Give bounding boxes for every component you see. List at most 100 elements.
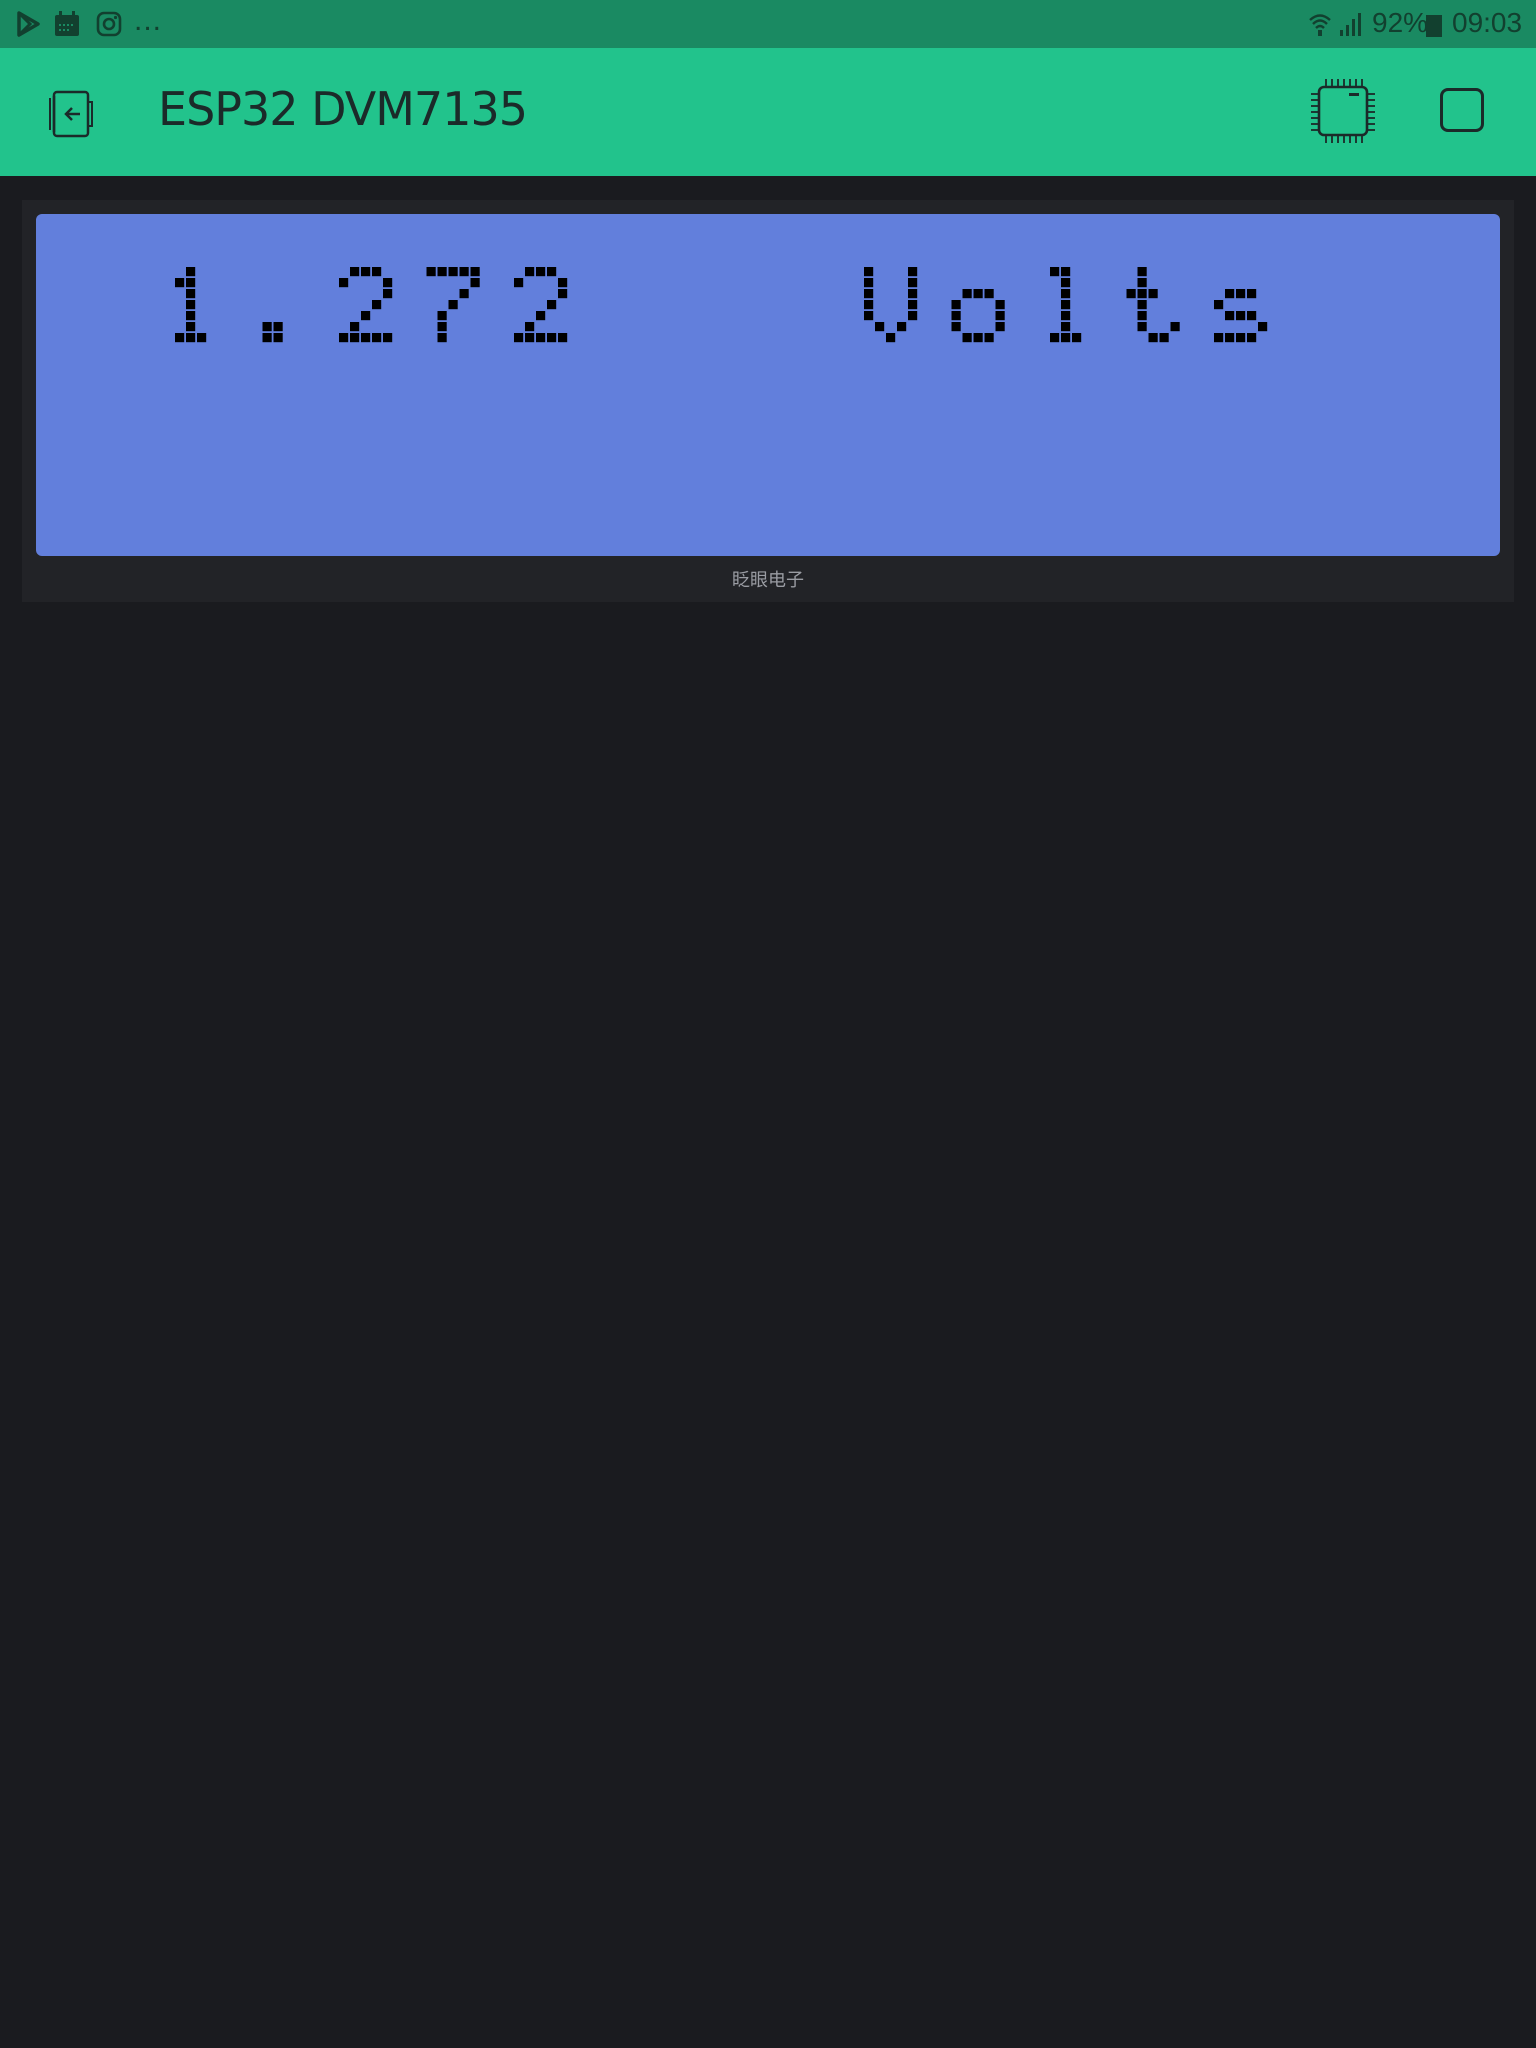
lcd-pixel — [372, 267, 382, 277]
lcd-pixel — [383, 278, 393, 288]
device-chip-icon[interactable] — [1310, 78, 1376, 144]
lcd-pixel — [1148, 333, 1158, 343]
lcd-pixel — [973, 333, 983, 343]
stop-button[interactable] — [1440, 88, 1484, 132]
lcd-pixel — [1137, 311, 1147, 321]
lcd-pixel — [426, 267, 436, 277]
lcd-pixel — [908, 289, 918, 299]
lcd-pixel — [383, 289, 393, 299]
lcd-pixel — [962, 333, 972, 343]
lcd-pixel — [984, 289, 994, 299]
lcd-pixel — [186, 278, 196, 288]
lcd-pixel — [459, 289, 469, 299]
lcd-line-1 — [175, 267, 1268, 343]
lcd-display: 1.272 Volts — [36, 214, 1500, 556]
lcd-pixel — [962, 289, 972, 299]
lcd-dot-matrix — [175, 267, 1268, 343]
lcd-pixel — [361, 333, 371, 343]
lcd-pixel — [514, 278, 524, 288]
lcd-pixel — [1214, 333, 1224, 343]
lcd-pixel — [459, 267, 469, 277]
lcd-pixel — [262, 333, 272, 343]
lcd-pixel — [1236, 333, 1246, 343]
lcd-pixel — [547, 300, 557, 310]
lcd-pixel — [372, 333, 382, 343]
lcd-pixel — [1072, 333, 1082, 343]
lcd-pixel — [558, 333, 568, 343]
lcd-pixel — [1061, 289, 1071, 299]
lcd-pixel — [186, 289, 196, 299]
lcd-pixel — [875, 322, 885, 332]
lcd-pixel — [262, 322, 272, 332]
lcd-pixel — [908, 311, 918, 321]
lcd-pixel — [951, 311, 961, 321]
lcd-pixel — [1137, 267, 1147, 277]
lcd-pixel — [1225, 311, 1235, 321]
lcd-pixel — [339, 278, 349, 288]
status-bar: ... 92% 09:03 — [0, 0, 1536, 48]
lcd-pixel — [536, 311, 546, 321]
lcd-pixel — [908, 300, 918, 310]
lcd-pixel — [908, 278, 918, 288]
battery-percent: 92% — [1372, 7, 1429, 38]
lcd-pixel — [350, 333, 360, 343]
lcd-pixel — [1170, 322, 1180, 332]
lcd-pixel — [470, 278, 480, 288]
lcd-pixel — [525, 322, 535, 332]
lcd-pixel — [186, 322, 196, 332]
lcd-pixel — [175, 278, 185, 288]
lcd-pixel — [339, 333, 349, 343]
lcd-pixel — [437, 333, 447, 343]
stop-icon — [1443, 91, 1444, 92]
lcd-pixel — [558, 278, 568, 288]
widget-label: 眨眼电子 — [732, 570, 804, 591]
lcd-char-4 — [514, 267, 568, 343]
lcd-pixel — [361, 267, 371, 277]
lcd-pixel — [547, 267, 557, 277]
lcd-pixel — [536, 267, 546, 277]
lcd-char-3 — [426, 267, 480, 343]
signal-icon — [1340, 13, 1361, 36]
clock: 09:03 — [1452, 7, 1523, 38]
lcd-pixel — [973, 289, 983, 299]
lcd-pixel — [1061, 300, 1071, 310]
lcd-pixel — [864, 278, 874, 288]
lcd-pixel — [897, 322, 907, 332]
lcd-pixel — [864, 300, 874, 310]
lcd-pixel — [1247, 289, 1257, 299]
lcd-pixel — [558, 289, 568, 299]
lcd-pixel — [908, 267, 918, 277]
lcd-pixel — [1061, 267, 1071, 277]
lcd-pixel — [186, 311, 196, 321]
lcd-pixel — [864, 289, 874, 299]
lcd-pixel — [1159, 333, 1169, 343]
lcd-pixel — [186, 300, 196, 310]
lcd-pixel — [1061, 322, 1071, 332]
lcd-pixel — [995, 311, 1005, 321]
lcd-widget[interactable]: 1.272 Volts 眨眼电子 — [22, 200, 1514, 602]
lcd-char-2 — [339, 267, 393, 343]
lcd-pixel — [361, 311, 371, 321]
wifi-icon — [1309, 14, 1331, 36]
play-store-icon — [17, 11, 40, 37]
lcd-pixel — [448, 300, 458, 310]
lcd-pixel — [525, 267, 535, 277]
lcd-char-9 — [951, 289, 1005, 343]
lcd-pixel — [514, 333, 524, 343]
lcd-pixel — [1137, 278, 1147, 288]
lcd-pixel — [1236, 289, 1246, 299]
lcd-pixel — [886, 333, 896, 343]
lcd-pixel — [1061, 311, 1071, 321]
lcd-pixel — [1050, 267, 1060, 277]
lcd-pixel — [1061, 278, 1071, 288]
exit-icon[interactable] — [44, 86, 100, 142]
lcd-pixel — [1061, 333, 1071, 343]
lcd-pixel — [1137, 322, 1147, 332]
lcd-pixel — [1137, 289, 1147, 299]
app-bar: ESP32 DVM7135 — [0, 48, 1536, 176]
lcd-pixel — [1214, 300, 1224, 310]
lcd-pixel — [951, 300, 961, 310]
lcd-pixel — [1225, 333, 1235, 343]
more-notifications-indicator: ... — [134, 4, 163, 37]
lcd-pixel — [448, 267, 458, 277]
